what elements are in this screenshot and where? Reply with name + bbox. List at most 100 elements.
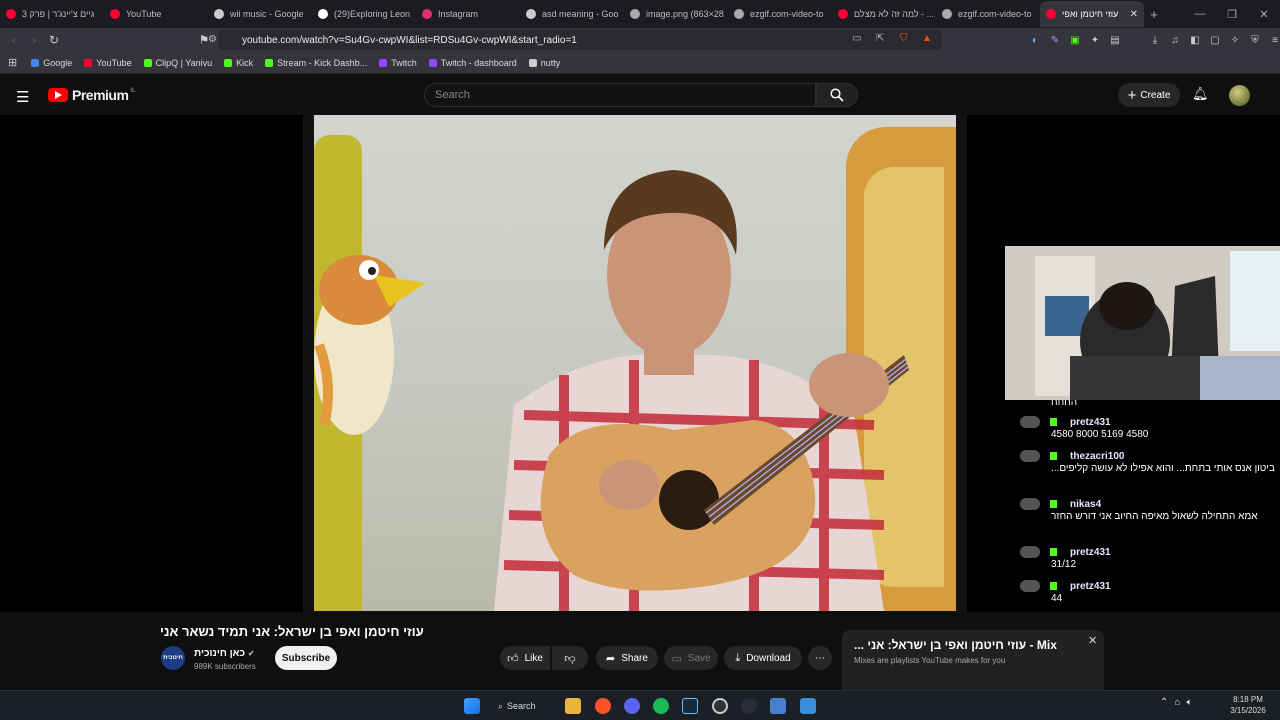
start-windows-icon[interactable] bbox=[464, 698, 480, 714]
download-icon[interactable]: ⤓ bbox=[1145, 35, 1165, 46]
close-mix-icon[interactable]: ✕ bbox=[1088, 634, 1097, 647]
brave-rewards-icon[interactable]: ▲ bbox=[922, 33, 932, 44]
bookmark-item[interactable]: Stream - Kick Dashb... bbox=[265, 58, 367, 68]
browser-tab[interactable]: עוזי חיטמן ואפי ✕ bbox=[1040, 1, 1144, 27]
bookmark-item[interactable]: Twitch - dashboard bbox=[428, 58, 517, 68]
dislike-button[interactable]: 👎︎ bbox=[552, 646, 588, 670]
extensions-icon[interactable]: ✦ bbox=[1085, 35, 1105, 46]
apps-grid-icon[interactable]: ⊞ bbox=[8, 56, 17, 69]
bookmark-item[interactable]: Google bbox=[31, 58, 72, 68]
browser-tab[interactable]: ezgif.com-video-to bbox=[936, 1, 1040, 27]
brave-browser-icon[interactable] bbox=[595, 698, 611, 714]
tab-label: ezgif.com-video-to bbox=[750, 9, 824, 19]
browser-tab[interactable]: wii music - Google bbox=[208, 1, 312, 27]
account-avatar[interactable] bbox=[1229, 85, 1250, 106]
subscribe-button[interactable]: Subscribe bbox=[275, 646, 337, 670]
bookmark-item[interactable]: YouTube bbox=[84, 58, 132, 68]
media-icon[interactable]: ♫ bbox=[1165, 35, 1185, 46]
browser-tab[interactable]: image.png (863×28 bbox=[624, 1, 728, 27]
address-bar[interactable]: ⚙ youtube.com/watch?v=Su4Gv-cwpWI&list=R… bbox=[208, 30, 942, 50]
extension-icon[interactable]: ✎ bbox=[1045, 35, 1065, 46]
extension-icon[interactable]: ◐ bbox=[1025, 35, 1045, 46]
video-player[interactable]: החחח pretz431 4580 5169 8000 4580 thezacri1… bbox=[0, 115, 1280, 690]
bookmark-favicon-icon bbox=[379, 58, 388, 67]
search-input[interactable]: Search bbox=[424, 83, 816, 107]
channel-avatar[interactable]: חינוכית bbox=[161, 646, 185, 670]
app-icon[interactable] bbox=[741, 698, 757, 714]
chat-username: pretz431 bbox=[1070, 546, 1111, 558]
chat-text: החחח bbox=[1051, 400, 1078, 408]
tray-chevron-icon[interactable]: ⌃ bbox=[1160, 697, 1168, 708]
vpn-icon[interactable]: ⛨ bbox=[1245, 35, 1265, 46]
kick-badge-icon bbox=[1050, 548, 1057, 556]
browser-tab[interactable]: asd meaning - Goo bbox=[520, 1, 624, 27]
volume-icon[interactable]: 🔈︎ bbox=[1186, 697, 1192, 708]
share-page-icon[interactable]: ⇱ bbox=[876, 33, 884, 44]
chat-message: pretz431 31/12 bbox=[1020, 546, 1280, 571]
browser-tab[interactable]: YouTube bbox=[104, 1, 208, 27]
site-info-icon[interactable]: ⚙ bbox=[208, 34, 217, 45]
file-explorer-icon[interactable] bbox=[565, 698, 581, 714]
minimize-icon[interactable]: — bbox=[1184, 8, 1216, 20]
bookmark-label: Google bbox=[43, 57, 73, 68]
windows-taskbar: ⌕ Search ⌃ ⌂ 🔈︎ 8:18 PM 3/15/2026 bbox=[0, 690, 1280, 720]
app-icon[interactable] bbox=[770, 698, 786, 714]
chat-avatar-icon bbox=[1020, 450, 1040, 462]
like-button[interactable]: 👍︎ Like bbox=[500, 646, 550, 670]
bookmark-item[interactable]: ClipQ | Yanivu bbox=[143, 58, 212, 68]
menu-icon[interactable]: ≡ bbox=[1265, 35, 1280, 46]
new-tab-icon[interactable]: + bbox=[1144, 7, 1164, 22]
globe-icon bbox=[734, 9, 744, 19]
bookmark-item[interactable]: nutty bbox=[528, 58, 560, 68]
create-button[interactable]: + Create bbox=[1118, 83, 1180, 107]
restore-icon[interactable]: ❐ bbox=[1216, 8, 1248, 21]
notes-icon[interactable] bbox=[800, 698, 816, 714]
back-icon[interactable]: ‹ bbox=[4, 33, 24, 47]
discord-icon[interactable] bbox=[624, 698, 640, 714]
close-tab-icon[interactable]: ✕ bbox=[1130, 9, 1138, 20]
forward-icon[interactable]: › bbox=[24, 33, 44, 47]
channel-name[interactable]: כאן חינוכית ✔ bbox=[194, 648, 255, 659]
sidebar-icon[interactable]: ◧ bbox=[1185, 35, 1205, 46]
video-area[interactable] bbox=[303, 115, 967, 612]
steam-icon[interactable] bbox=[682, 698, 698, 714]
spotify-icon[interactable] bbox=[653, 698, 669, 714]
extension-icon[interactable]: ▣ bbox=[1065, 35, 1085, 46]
wallet-icon[interactable]: ▢ bbox=[1205, 35, 1225, 46]
hamburger-menu-icon[interactable]: ☰ bbox=[16, 88, 29, 106]
notifications-bell-icon[interactable]: 🔔︎ bbox=[1192, 86, 1209, 102]
mix-playlist-panel[interactable]: Mix - עוזי חיטמן ואפי בן ישראל: אני ... … bbox=[842, 630, 1104, 690]
browser-tab[interactable]: למה זה לא מצלם - ... bbox=[832, 1, 936, 27]
browser-tab[interactable]: ezgif.com-video-to bbox=[728, 1, 832, 27]
taskbar-clock[interactable]: 8:18 PM 3/15/2026 bbox=[1226, 694, 1270, 716]
globe-icon bbox=[942, 9, 952, 19]
bookmark-favicon-icon bbox=[143, 58, 152, 67]
close-window-icon[interactable]: ✕ bbox=[1248, 8, 1280, 21]
leo-ai-icon[interactable]: ✧ bbox=[1225, 35, 1245, 46]
brave-shield-icon[interactable]: ⛉ bbox=[900, 33, 908, 44]
more-actions-button[interactable]: ⋯ bbox=[808, 646, 832, 670]
search-button[interactable] bbox=[816, 83, 858, 107]
tab-label: למה זה לא מצלם - ... bbox=[854, 9, 935, 19]
thumbs-up-icon: 👍︎ bbox=[507, 652, 519, 665]
browser-tab[interactable]: Instagram bbox=[416, 1, 520, 27]
network-icon[interactable]: ⌂ bbox=[1174, 697, 1180, 708]
pip-icon[interactable]: ▭ bbox=[852, 33, 861, 44]
logo-text: Premium bbox=[72, 87, 129, 103]
kick-badge-icon bbox=[1050, 452, 1057, 460]
browser-tab[interactable]: (29)Exploring Leon bbox=[312, 1, 416, 27]
taskbar-search[interactable]: ⌕ Search bbox=[498, 696, 536, 716]
extension-icon[interactable]: ▤ bbox=[1105, 35, 1125, 46]
bookmark-item[interactable]: Kick bbox=[224, 58, 253, 68]
save-button[interactable]: ▭ Save bbox=[664, 646, 718, 670]
chat-text: 44 bbox=[1051, 593, 1063, 604]
bookmark-item[interactable]: Twitch bbox=[379, 58, 417, 68]
obs-icon[interactable] bbox=[712, 698, 728, 714]
guitarist bbox=[494, 170, 909, 611]
share-button[interactable]: ➦ Share bbox=[596, 646, 658, 670]
reload-icon[interactable]: ↻ bbox=[44, 33, 64, 47]
browser-tab[interactable]: גיים צ'יינג'ר | פרק 3 bbox=[0, 1, 104, 27]
youtube-premium-logo[interactable]: Premium IL bbox=[48, 87, 135, 103]
download-button[interactable]: ⤓ Download bbox=[724, 646, 802, 670]
chat-avatar-icon bbox=[1020, 416, 1040, 428]
